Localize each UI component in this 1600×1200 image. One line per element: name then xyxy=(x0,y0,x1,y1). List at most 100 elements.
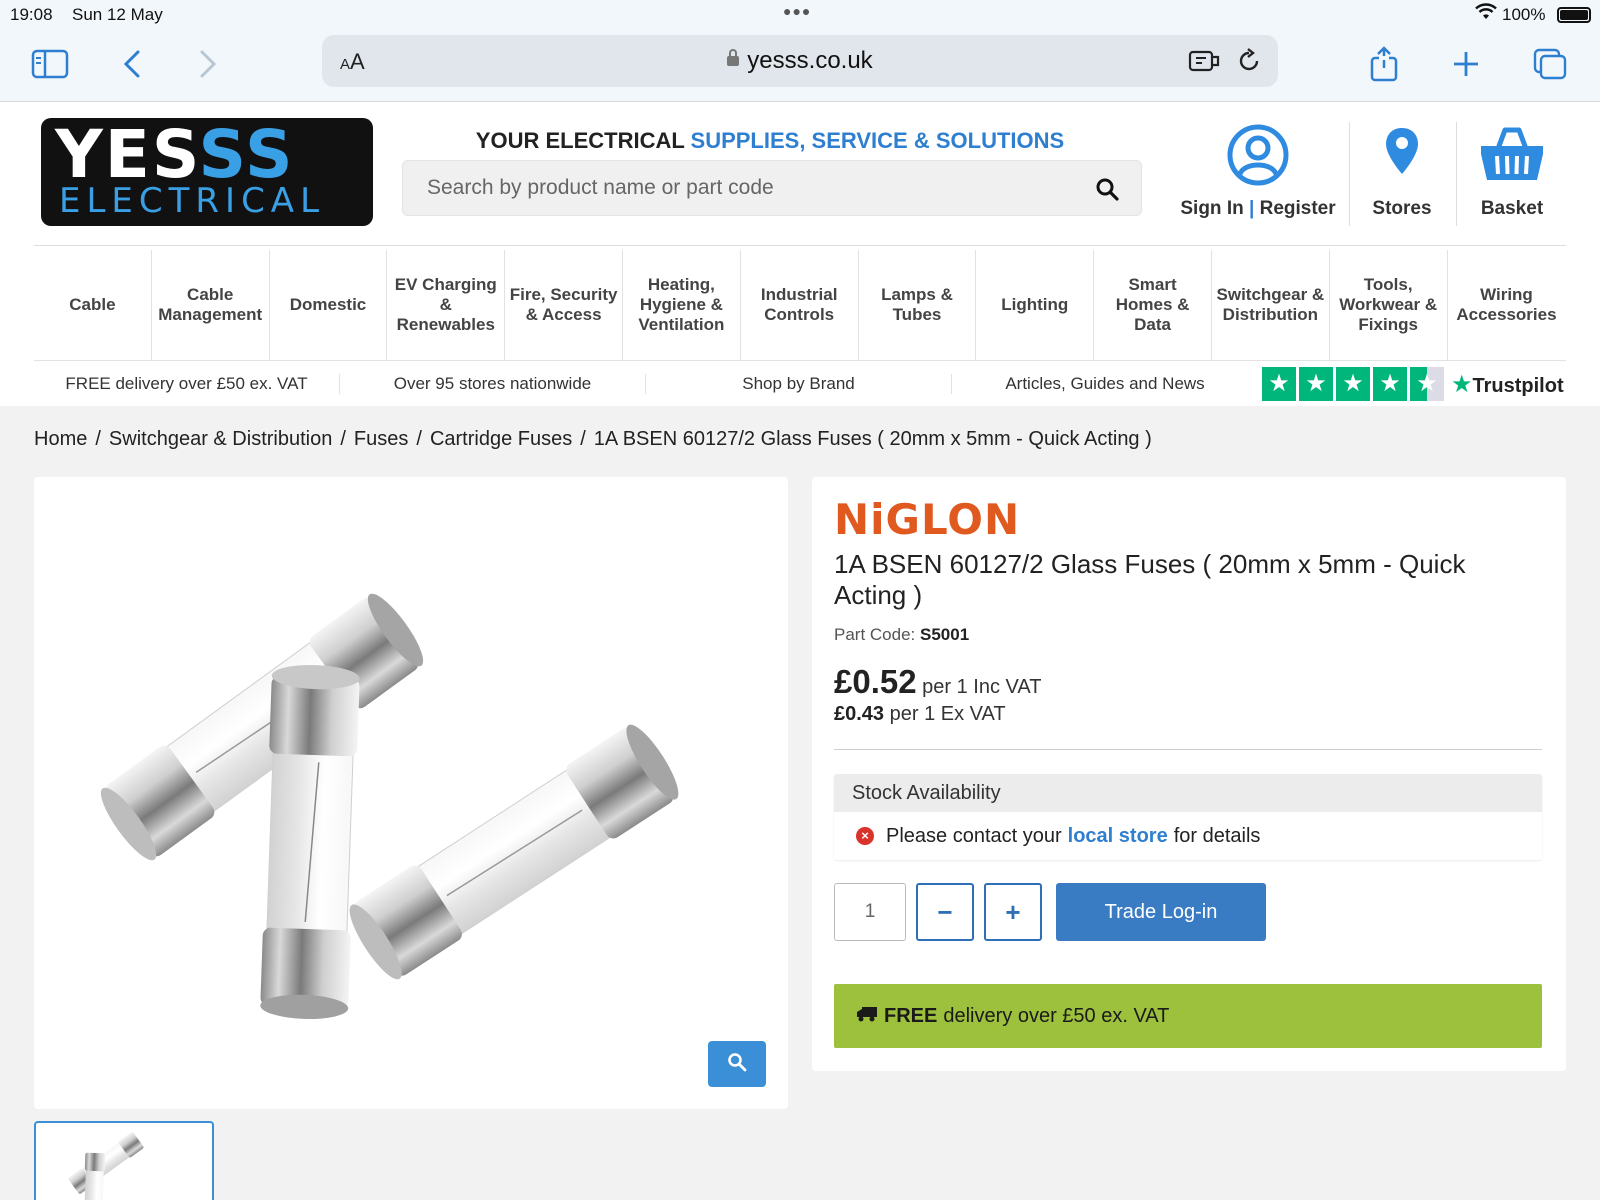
new-tab-icon[interactable] xyxy=(1444,44,1488,84)
header-divider-line xyxy=(34,245,1566,246)
trade-login-button[interactable]: Trade Log-in xyxy=(1056,883,1266,941)
breadcrumb-fuses[interactable]: Fuses xyxy=(354,428,408,450)
back-icon[interactable] xyxy=(110,44,154,84)
nav-tools-workwear[interactable]: Tools, Workwear & Fixings xyxy=(1330,250,1448,360)
nav-divider-line xyxy=(34,360,1566,361)
price-inc-suffix: per 1 Inc VAT xyxy=(922,676,1042,698)
part-code-value: S5001 xyxy=(920,625,970,644)
site-header: YESSS ELECTRICAL YOUR ELECTRICAL SUPPLIE… xyxy=(0,102,1600,406)
sign-in-register[interactable]: Sign In | Register xyxy=(1178,124,1338,220)
search-icon[interactable] xyxy=(1095,177,1119,206)
header-divider xyxy=(1456,122,1457,226)
stock-availability: Stock Availability × Please contact your… xyxy=(834,774,1542,860)
unavailable-icon: × xyxy=(856,827,874,845)
nav-cable[interactable]: Cable xyxy=(34,250,152,360)
reload-icon[interactable] xyxy=(1236,48,1262,79)
share-icon[interactable] xyxy=(1362,44,1406,84)
battery-icon xyxy=(1557,7,1591,23)
nav-domestic[interactable]: Domestic xyxy=(270,250,388,360)
basket-icon xyxy=(1477,127,1547,191)
promo-free-delivery[interactable]: FREE delivery over £50 ex. VAT xyxy=(34,374,340,394)
multitasking-dots-icon[interactable]: ●●● xyxy=(783,3,811,19)
nav-ev-charging[interactable]: EV Charging & Renewables xyxy=(387,250,506,360)
sign-in-link[interactable]: Sign In xyxy=(1180,198,1243,219)
address-bar[interactable]: AA yesss.co.uk xyxy=(322,35,1278,87)
promo-articles[interactable]: Articles, Guides and News xyxy=(952,374,1258,394)
part-code-label: Part Code: xyxy=(834,625,916,644)
nav-fire-security[interactable]: Fire, Security & Access xyxy=(505,250,623,360)
stock-message: × Please contact your local store for de… xyxy=(834,812,1542,860)
breadcrumb-switchgear[interactable]: Switchgear & Distribution xyxy=(109,428,332,450)
price-inc-vat: £0.52 per 1 Inc VAT xyxy=(834,663,1041,701)
star-icon: ★ xyxy=(1299,367,1333,401)
sign-in-divider: | xyxy=(1248,198,1255,219)
nav-lamps-tubes[interactable]: Lamps & Tubes xyxy=(859,250,977,360)
basket-link[interactable]: Basket xyxy=(1466,124,1558,220)
category-nav: Cable Cable Management Domestic EV Charg… xyxy=(34,250,1566,360)
part-code: Part Code: S5001 xyxy=(834,625,969,645)
nav-lighting[interactable]: Lighting xyxy=(976,250,1095,360)
zoom-button[interactable] xyxy=(708,1041,766,1087)
price-ex-value: £0.43 xyxy=(834,703,885,725)
forward-icon[interactable] xyxy=(186,44,230,84)
star-icon: ★ xyxy=(1373,367,1407,401)
promo-bar: FREE delivery over £50 ex. VAT Over 95 s… xyxy=(34,362,1566,406)
stores-link[interactable]: Stores xyxy=(1360,124,1444,220)
quantity-decrease-button[interactable]: − xyxy=(916,883,974,941)
trustpilot-star-icon: ★ xyxy=(1451,370,1473,398)
quantity-increase-button[interactable]: + xyxy=(984,883,1042,941)
status-time: 19:08 xyxy=(10,5,53,24)
price-ex-vat: £0.43 per 1 Ex VAT xyxy=(834,703,1006,726)
stock-text-pre: Please contact your xyxy=(886,824,1062,847)
nav-smart-homes[interactable]: Smart Homes & Data xyxy=(1094,250,1212,360)
url-text: yesss.co.uk xyxy=(747,47,873,74)
delivery-bold: FREE xyxy=(884,1004,938,1027)
status-bar: 19:08 Sun 12 May ●●● 100% xyxy=(0,0,1600,30)
location-pin-icon xyxy=(1382,128,1422,191)
lock-icon xyxy=(727,49,740,66)
register-link[interactable]: Register xyxy=(1260,198,1336,219)
trustpilot-widget[interactable]: ★ ★ ★ ★ ★ ★Trustpilot xyxy=(1262,367,1564,401)
tagline: YOUR ELECTRICAL SUPPLIES, SERVICE & SOLU… xyxy=(400,128,1140,154)
delivery-text: delivery over £50 ex. VAT xyxy=(943,1004,1170,1027)
magnifier-icon xyxy=(727,1052,747,1077)
product-thumbnail[interactable] xyxy=(34,1121,214,1200)
nav-wiring-accessories[interactable]: Wiring Accessories xyxy=(1448,250,1566,360)
trustpilot-label: Trustpilot xyxy=(1472,374,1564,397)
nav-cable-management[interactable]: Cable Management xyxy=(152,250,270,360)
promo-shop-by-brand[interactable]: Shop by Brand xyxy=(646,374,952,394)
status-date: Sun 12 May xyxy=(72,5,163,24)
stores-label: Stores xyxy=(1372,198,1432,219)
yesss-logo[interactable]: YESSS ELECTRICAL xyxy=(41,118,373,226)
nav-switchgear[interactable]: Switchgear & Distribution xyxy=(1212,250,1330,360)
nav-industrial-controls[interactable]: Industrial Controls xyxy=(741,250,859,360)
browser-toolbar: AA yesss.co.uk xyxy=(0,30,1600,102)
local-store-link[interactable]: local store xyxy=(1068,825,1168,848)
price-divider xyxy=(834,749,1542,750)
stock-text-post: for details xyxy=(1173,824,1261,847)
free-delivery-banner: FREE delivery over £50 ex. VAT xyxy=(834,984,1542,1048)
search-bar xyxy=(402,160,1142,216)
tagline-blue: SUPPLIES, SERVICE & SOLUTIONS xyxy=(690,128,1065,153)
logo-subtext: ELECTRICAL xyxy=(59,181,326,221)
tabs-overview-icon[interactable] xyxy=(1528,44,1572,84)
translate-icon[interactable] xyxy=(1188,48,1220,79)
breadcrumb-home[interactable]: Home xyxy=(34,428,87,450)
product-image-card xyxy=(34,477,788,1109)
breadcrumb-current: 1A BSEN 60127/2 Glass Fuses ( 20mm x 5mm… xyxy=(593,428,1152,450)
star-icon: ★ xyxy=(1262,367,1296,401)
search-input[interactable] xyxy=(403,161,1141,215)
sidebar-toggle-icon[interactable] xyxy=(28,44,72,84)
truck-icon xyxy=(856,1005,878,1028)
basket-label: Basket xyxy=(1480,198,1544,219)
breadcrumb-cartridge-fuses[interactable]: Cartridge Fuses xyxy=(430,428,572,450)
product-image[interactable] xyxy=(34,477,788,1109)
promo-stores[interactable]: Over 95 stores nationwide xyxy=(340,374,646,394)
quantity-input[interactable] xyxy=(834,883,906,941)
wifi-icon xyxy=(1475,3,1497,26)
price-ex-suffix: per 1 Ex VAT xyxy=(889,703,1006,725)
brand-logo[interactable]: NiGLON xyxy=(834,495,1020,544)
product-info-card: NiGLON 1A BSEN 60127/2 Glass Fuses ( 20m… xyxy=(812,477,1566,1071)
nav-heating-hygiene[interactable]: Heating, Hygiene & Ventilation xyxy=(623,250,741,360)
breadcrumb: Home / Switchgear & Distribution / Fuses / Car… xyxy=(34,428,1152,450)
